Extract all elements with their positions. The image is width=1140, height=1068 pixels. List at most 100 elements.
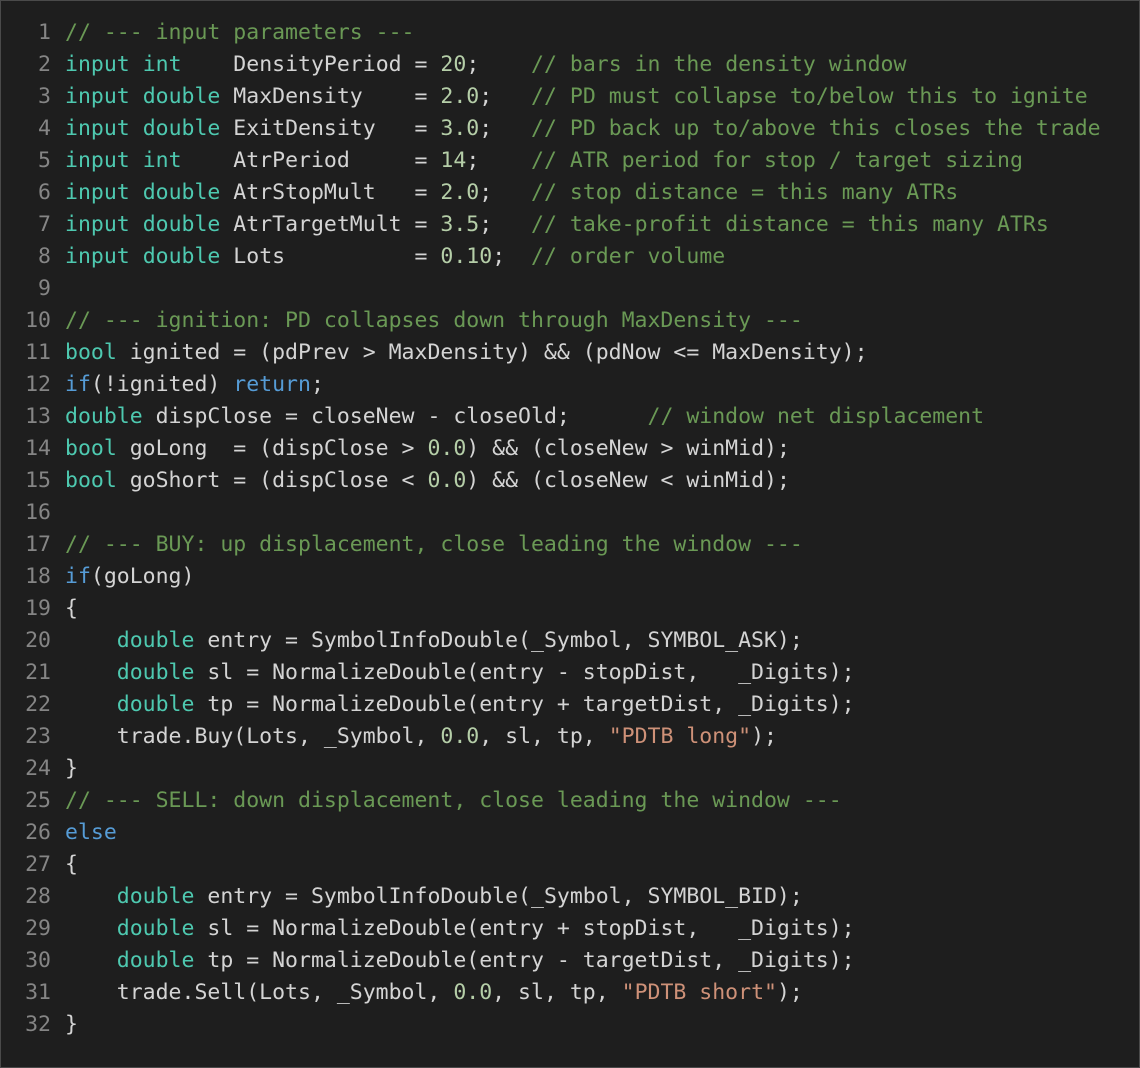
code-line[interactable]: 18 if(goLong) bbox=[1, 561, 1101, 593]
code-line[interactable]: 7 input double AtrTargetMult = 3.5; // ta… bbox=[1, 209, 1101, 241]
code-token: double bbox=[116, 948, 195, 973]
code-token: // PD must collapse to/below this to ign… bbox=[531, 84, 1088, 109]
line-content: double sl = NormalizeDouble(entry + stop… bbox=[65, 913, 855, 945]
code-line[interactable]: 13 double dispClose = closeNew - closeOld… bbox=[1, 401, 1101, 433]
code-token: 0.10 bbox=[440, 244, 493, 269]
line-number: 29 bbox=[25, 916, 51, 941]
code-token: trade.Buy(Lots, _Symbol, bbox=[65, 724, 441, 749]
code-token: // bars in the density window bbox=[531, 52, 907, 77]
line-content: // --- ignition: PD collapses down throu… bbox=[65, 305, 803, 337]
code-token: ; bbox=[310, 372, 324, 397]
code-token: double bbox=[142, 116, 221, 141]
code-line[interactable]: 16 bbox=[1, 497, 1101, 529]
code-line[interactable]: 24} bbox=[1, 753, 1101, 785]
code-line[interactable]: 23 trade.Buy(Lots, _Symbol, 0.0, sl, tp,… bbox=[1, 721, 1101, 753]
code-line[interactable]: 15 bool goShort = (dispClose < 0.0) && (c… bbox=[1, 465, 1101, 497]
code-token: 2.0 bbox=[440, 180, 480, 205]
code-line[interactable]: 9 bbox=[1, 273, 1101, 305]
code-line[interactable]: 8 input double Lots = 0.10; // order volu… bbox=[1, 241, 1101, 273]
code-line[interactable]: 20 double entry = SymbolInfoDouble(_Symb… bbox=[1, 625, 1101, 657]
code-token: // --- ignition: PD collapses down throu… bbox=[65, 308, 803, 333]
code-token: { bbox=[65, 852, 78, 877]
code-token: input bbox=[65, 52, 130, 77]
line-number: 24 bbox=[25, 756, 51, 781]
code-area[interactable]: 1 // --- input parameters --- 2 input int D… bbox=[1, 17, 1101, 1041]
code-line[interactable]: 3 input double MaxDensity = 2.0; // PD mu… bbox=[1, 81, 1101, 113]
code-token: bool bbox=[65, 468, 117, 493]
line-number: 9 bbox=[38, 276, 51, 301]
line-content: } bbox=[65, 753, 78, 785]
line-content: double dispClose = closeNew - closeOld; … bbox=[65, 401, 984, 433]
code-token: // window net displacement bbox=[647, 404, 985, 429]
code-line[interactable]: 21 double sl = NormalizeDouble(entry - s… bbox=[1, 657, 1101, 689]
line-content: double entry = SymbolInfoDouble(_Symbol,… bbox=[65, 625, 803, 657]
code-token: 2.0 bbox=[440, 84, 480, 109]
code-line[interactable]: 2 input int DensityPeriod = 20; // bars i… bbox=[1, 49, 1101, 81]
line-content: input double MaxDensity = 2.0; // PD mus… bbox=[65, 81, 1088, 113]
code-line[interactable]: 6 input double AtrStopMult = 2.0; // stop… bbox=[1, 177, 1101, 209]
code-token: double bbox=[116, 660, 195, 685]
code-line[interactable]: 19 { bbox=[1, 593, 1101, 625]
code-line[interactable]: 25 // --- SELL: down displacement, close … bbox=[1, 785, 1101, 817]
code-token: int bbox=[142, 148, 182, 173]
line-number: 27 bbox=[25, 852, 51, 877]
line-content: trade.Sell(Lots, _Symbol, 0.0, sl, tp, "… bbox=[65, 977, 803, 1009]
code-token: int bbox=[142, 52, 182, 77]
code-token: ) && (closeNew > winMid); bbox=[466, 436, 790, 461]
code-line[interactable]: 30 double tp = NormalizeDouble(entry - t… bbox=[1, 945, 1101, 977]
line-number: 6 bbox=[38, 180, 51, 205]
code-token: if bbox=[65, 564, 91, 589]
line-content: } bbox=[65, 1009, 78, 1041]
code-line[interactable]: 4 input double ExitDensity = 3.0; // PD b… bbox=[1, 113, 1101, 145]
code-token: trade.Sell(Lots, _Symbol, bbox=[65, 980, 454, 1005]
line-number: 10 bbox=[25, 308, 51, 333]
code-editor[interactable]: 1 // --- input parameters --- 2 input int D… bbox=[0, 0, 1140, 1068]
code-token: input bbox=[65, 212, 130, 237]
line-content: trade.Buy(Lots, _Symbol, 0.0, sl, tp, "P… bbox=[65, 721, 777, 753]
line-number: 13 bbox=[25, 404, 51, 429]
code-token: // --- input parameters --- bbox=[65, 20, 415, 45]
line-content: // --- input parameters --- bbox=[65, 17, 415, 49]
code-line[interactable]: 31 trade.Sell(Lots, _Symbol, 0.0, sl, tp… bbox=[1, 977, 1101, 1009]
code-token: ; bbox=[479, 116, 532, 141]
line-number: 25 bbox=[25, 788, 51, 813]
code-line[interactable]: 32} bbox=[1, 1009, 1101, 1041]
line-number: 14 bbox=[25, 436, 51, 461]
code-token: double bbox=[142, 212, 221, 237]
code-line[interactable]: 27 { bbox=[1, 849, 1101, 881]
line-number: 12 bbox=[25, 372, 51, 397]
line-number: 7 bbox=[38, 212, 51, 237]
line-content: { bbox=[65, 593, 78, 625]
code-line[interactable]: 22 double tp = NormalizeDouble(entry + t… bbox=[1, 689, 1101, 721]
code-token: // order volume bbox=[531, 244, 726, 269]
code-line[interactable]: 29 double sl = NormalizeDouble(entry + s… bbox=[1, 913, 1101, 945]
code-line[interactable]: 14 bool goLong = (dispClose > 0.0) && (cl… bbox=[1, 433, 1101, 465]
code-line[interactable]: 11 bool ignited = (pdPrev > MaxDensity) &… bbox=[1, 337, 1101, 369]
code-line[interactable]: 5 input int AtrPeriod = 14; // ATR period… bbox=[1, 145, 1101, 177]
code-line[interactable]: 1 // --- input parameters --- bbox=[1, 17, 1101, 49]
code-token: else bbox=[65, 820, 117, 845]
code-line[interactable]: 17 // --- BUY: up displacement, close lea… bbox=[1, 529, 1101, 561]
line-number: 26 bbox=[25, 820, 51, 845]
code-token: 14 bbox=[440, 148, 467, 173]
code-line[interactable]: 12 if(!ignited) return; bbox=[1, 369, 1101, 401]
line-number: 5 bbox=[38, 148, 51, 173]
code-line[interactable]: 10 // --- ignition: PD collapses down thr… bbox=[1, 305, 1101, 337]
line-content: double entry = SymbolInfoDouble(_Symbol,… bbox=[65, 881, 803, 913]
code-token: bool bbox=[65, 436, 117, 461]
code-token: 3.0 bbox=[440, 116, 480, 141]
code-token: 0.0 bbox=[440, 724, 480, 749]
line-content: input int AtrPeriod = 14; // ATR period … bbox=[65, 145, 1023, 177]
code-token: // --- BUY: up displacement, close leadi… bbox=[65, 532, 803, 557]
line-number: 11 bbox=[25, 340, 51, 365]
code-line[interactable]: 28 double entry = SymbolInfoDouble(_Symb… bbox=[1, 881, 1101, 913]
code-token: entry = SymbolInfoDouble(_Symbol, SYMBOL… bbox=[194, 628, 803, 653]
code-line[interactable]: 26 else bbox=[1, 817, 1101, 849]
line-number: 3 bbox=[38, 84, 51, 109]
line-content: bool goShort = (dispClose < 0.0) && (clo… bbox=[65, 465, 790, 497]
